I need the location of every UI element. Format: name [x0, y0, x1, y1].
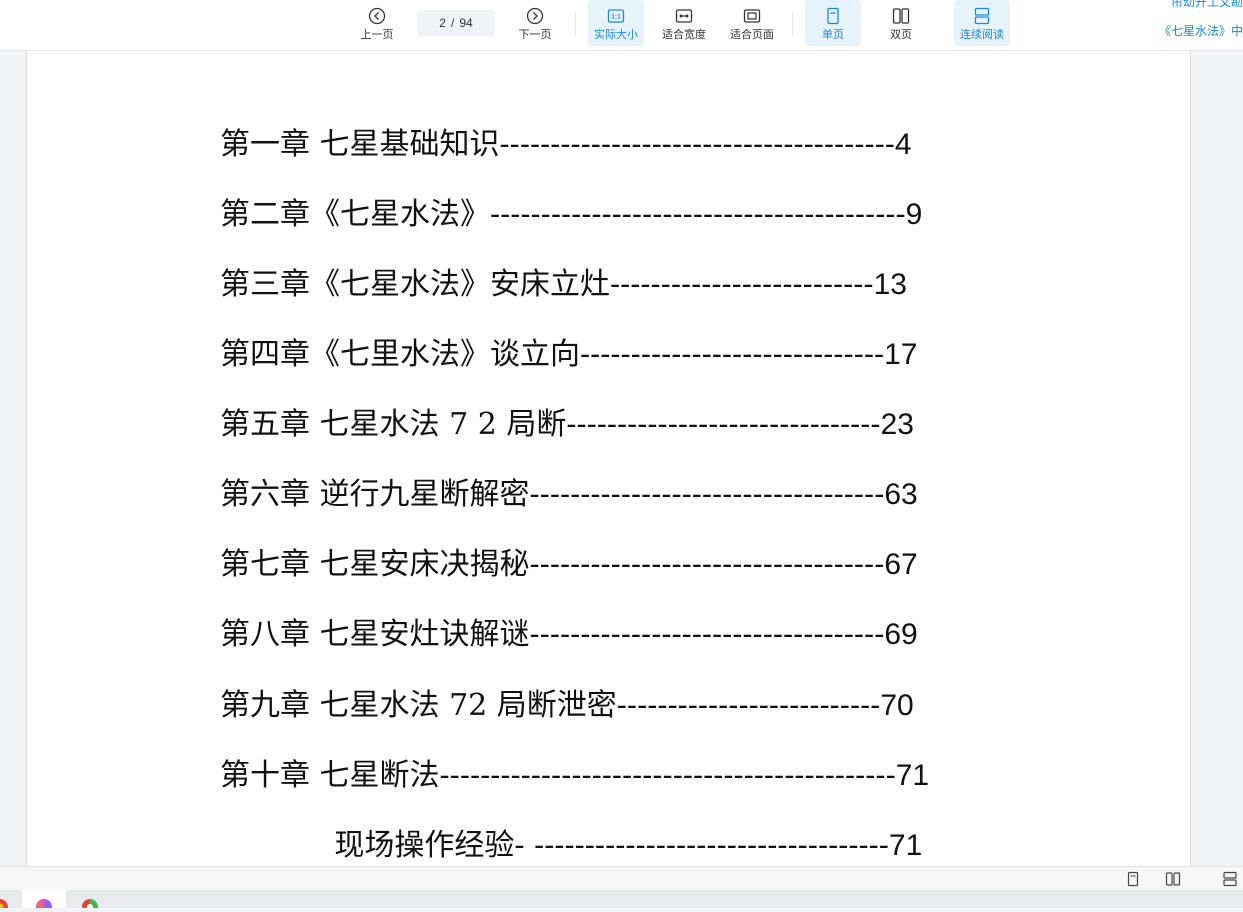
toc-page-number: 71 — [888, 829, 923, 862]
fit-page-icon — [743, 9, 761, 23]
toc-page-number: 13 — [873, 268, 907, 301]
actual-size-button[interactable]: 1:1 实际大小 — [588, 0, 644, 46]
actual-size-icon: 1:1 — [607, 9, 625, 23]
toc-title: 第五章 七星水法 7 2 局断 — [220, 407, 567, 442]
browser-app-icon — [0, 899, 8, 912]
toc-page-number: 71 — [895, 759, 930, 792]
toc-title: 第一章 七星基础知识 — [220, 127, 500, 162]
continuous-read-label: 连续阅读 — [960, 28, 1004, 41]
toc-entry[interactable]: 第六章 逆行九星断解密-----------------------------… — [220, 473, 918, 517]
side-panel-title-top[interactable]: 帘幼开工文勘 — [1171, 0, 1243, 10]
toc-entry[interactable]: 第一章 七星基础知识------------------------------… — [220, 123, 912, 167]
toc-entry[interactable]: 现场操作经验- --------------------------------… — [220, 824, 922, 866]
toc-title: 第二章《七星水法》 — [220, 197, 490, 232]
svg-text:1:1: 1:1 — [611, 14, 621, 21]
toc-leader: ----------------------------------------… — [439, 758, 896, 793]
double-page-icon — [892, 8, 910, 24]
toc-leader: -------------------------- — [616, 688, 881, 723]
taskbar-app[interactable] — [68, 890, 112, 912]
page-separator: / — [450, 16, 455, 30]
toc-title: 第九章 七星水法 72 局断泄密 — [220, 688, 617, 723]
document-page: 第一章 七星基础知识------------------------------… — [26, 51, 1191, 866]
toc-page-number: 70 — [880, 689, 914, 722]
toc-leader: ----------------------------------- — [529, 547, 885, 582]
toc-page-number: 4 — [894, 128, 912, 161]
toc-page-number: 9 — [905, 198, 923, 231]
total-pages: 94 — [459, 16, 473, 30]
toc-leader: ----------------------------------- — [529, 617, 885, 652]
colorful-app-icon — [36, 899, 52, 912]
toc-title: 第七章 七星安床决揭秘 — [220, 547, 530, 582]
single-page-button[interactable]: 单页 — [805, 0, 861, 46]
continuous-read-button[interactable]: 连续阅读 — [954, 0, 1010, 46]
toolbar-divider — [575, 12, 576, 36]
toolbar-divider — [792, 12, 793, 36]
toc-title: 第八章 七星安灶诀解谜 — [220, 617, 530, 652]
toc-title: 第十章 七星断法 — [220, 758, 440, 793]
chevron-left-circle-icon — [368, 7, 386, 25]
fit-page-button[interactable]: 适合页面 — [724, 0, 780, 46]
toc-entry[interactable]: 第二章《七星水法》-------------------------------… — [220, 193, 922, 237]
chrome-app-icon — [82, 899, 98, 912]
toc-page-number: 17 — [884, 338, 918, 371]
current-page-input[interactable]: 2 — [439, 16, 446, 30]
fit-page-label: 适合页面 — [730, 28, 774, 41]
single-page-view-icon[interactable] — [1125, 871, 1141, 887]
single-page-icon — [827, 7, 839, 25]
toc-leader: --------------------------------------- — [499, 127, 895, 162]
side-panel-title[interactable]: 《七星水法》中 — [1159, 22, 1243, 39]
next-page-label: 下一页 — [518, 28, 552, 41]
reader-toolbar: 上一页 2 / 94 下一页 1:1 实际大小 适合宽度 适合页面 单页 双页 … — [0, 0, 1243, 51]
toc-leader: ----------------------------------- — [529, 477, 885, 512]
os-taskbar — [0, 890, 1243, 912]
toc-title: 第三章《七星水法》安床立灶 — [220, 267, 610, 302]
document-viewer[interactable]: 第一章 七星基础知识------------------------------… — [0, 51, 1243, 866]
single-page-label: 单页 — [822, 28, 844, 41]
double-page-view-icon[interactable] — [1165, 871, 1181, 887]
chevron-right-circle-icon — [526, 7, 544, 25]
toc-page-number: 23 — [880, 408, 914, 441]
double-page-button[interactable]: 双页 — [873, 0, 929, 46]
toc-title: 第四章《七里水法》谈立向 — [220, 337, 580, 372]
toc-leader: ----------------------------------- — [534, 828, 889, 863]
continuous-view-icon[interactable] — [1222, 871, 1238, 887]
status-bar — [0, 866, 1243, 891]
toc-leader: -------------------------- — [610, 267, 874, 302]
toc-leader: ------------------------------- — [566, 407, 881, 442]
continuous-scroll-icon — [974, 7, 990, 25]
toc-page-number: 63 — [884, 478, 918, 511]
toc-entry[interactable]: 第七章 七星安床决揭秘-----------------------------… — [220, 543, 918, 587]
toc-entry[interactable]: 第三章《七星水法》安床立灶--------------------------1… — [220, 263, 907, 307]
actual-size-label: 实际大小 — [594, 28, 638, 41]
toc-entry[interactable]: 第四章《七里水法》谈立向----------------------------… — [220, 333, 917, 377]
toc-leader: ------------------------------ — [580, 337, 885, 372]
taskbar-app-active[interactable] — [22, 890, 66, 912]
toc-page-number: 67 — [884, 548, 918, 581]
prev-page-button[interactable]: 上一页 — [355, 0, 399, 46]
fit-width-icon — [675, 9, 693, 23]
page-number-box[interactable]: 2 / 94 — [417, 10, 495, 36]
toc-title: 第六章 逆行九星断解密 — [220, 477, 530, 512]
double-page-label: 双页 — [890, 28, 912, 41]
taskbar-app[interactable] — [0, 890, 22, 912]
toc-entry[interactable]: 第五章 七星水法 7 2 局断-------------------------… — [220, 403, 914, 447]
fit-width-button[interactable]: 适合宽度 — [656, 0, 712, 46]
next-page-button[interactable]: 下一页 — [513, 0, 557, 46]
toc-entry[interactable]: 第十章 七星断法--------------------------------… — [220, 754, 929, 798]
fit-width-label: 适合宽度 — [662, 28, 706, 41]
toc-leader: ----------------------------------------… — [490, 197, 906, 232]
toc-entry[interactable]: 第九章 七星水法 72 局断泄密------------------------… — [220, 684, 914, 728]
toc-title: 现场操作经验- — [220, 828, 535, 863]
toc-entry[interactable]: 第八章 七星安灶诀解谜-----------------------------… — [220, 613, 918, 657]
toc-page-number: 69 — [884, 618, 918, 651]
prev-page-label: 上一页 — [360, 28, 394, 41]
